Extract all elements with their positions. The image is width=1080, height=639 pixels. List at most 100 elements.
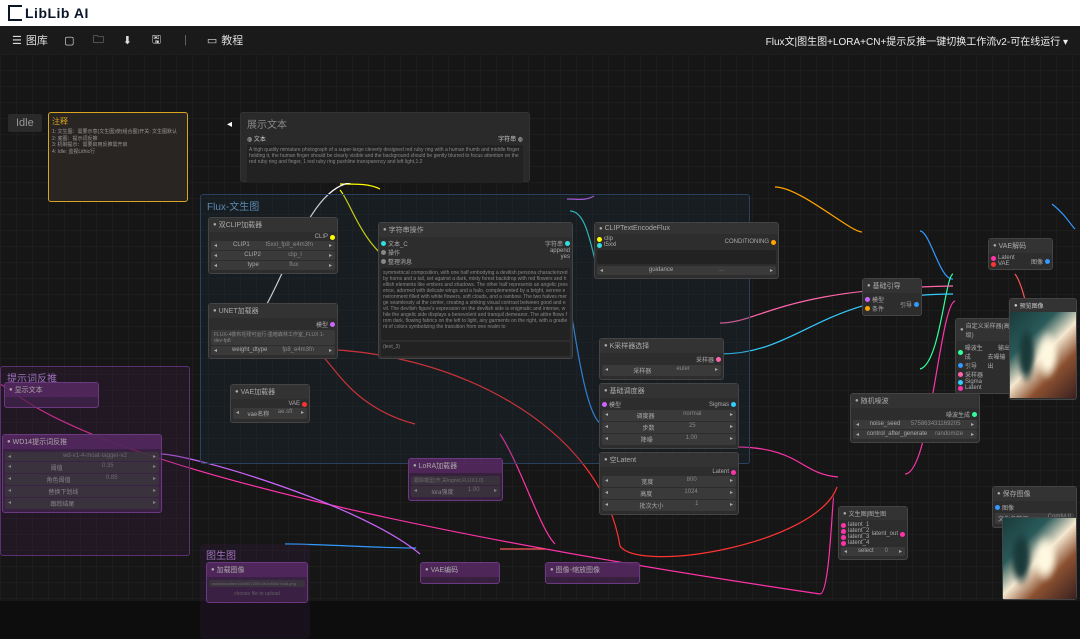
gallery-button[interactable]: ☰ 图库 — [12, 32, 48, 48]
field-clip1[interactable]: CLIP1t5xxl_fp8_e4m3fn — [211, 241, 335, 250]
field-seed[interactable]: noise_seed575863431169205 — [853, 420, 977, 429]
socket-guide-in[interactable]: 引导 — [958, 361, 988, 370]
socket-text-c[interactable]: 文本_C — [381, 239, 412, 248]
socket-sigmas-out[interactable]: Sigmas — [709, 400, 736, 409]
field-image-path[interactable]: woddoood8ee16e060720914b1e804c7add.png — [209, 580, 305, 587]
download-icon[interactable]: ⬇ — [120, 33, 135, 48]
preview-image-2 — [1003, 518, 1076, 599]
node-vae-encode[interactable]: VAE编码 — [420, 562, 500, 584]
socket-clean[interactable]: 整理消息 — [381, 257, 412, 266]
gallery-label: 图库 — [26, 32, 48, 48]
node-random-noise[interactable]: 随机噪波 噪波生成 noise_seed575863431169205 cont… — [850, 393, 980, 443]
node-canvas[interactable]: Idle 注释 1: 文生图：需要示意(文生图)使(组合图)开关: 文生图默认 … — [0, 54, 1080, 601]
group-display-text[interactable]: 展示文本 ◍ 文本 字符串 ◍ A high quality miniature… — [240, 112, 530, 182]
socket-latent-in[interactable]: Latent — [958, 385, 988, 391]
node-latent-switch[interactable]: 文生图|图生图 latent_1 latent_2 latent_3 laten… — [838, 506, 908, 560]
field-lora-strength[interactable]: lora强度1.00 — [411, 486, 500, 497]
socket-clip-out[interactable]: CLIP — [211, 234, 335, 240]
book-icon: ▭ — [207, 34, 217, 47]
socket-cond-in[interactable]: 条件 — [865, 304, 884, 313]
socket-op[interactable]: 操作 — [381, 248, 412, 257]
node-image-scale[interactable]: 图像-缩放图像 — [545, 562, 640, 584]
node-unet-loader[interactable]: UNET加载器 模型 FLUX-4敬布花残可运行-墨暗森林工作室_FLUX 1-… — [208, 303, 338, 359]
display-text-value: A high quality miniature photograph of a… — [247, 145, 523, 183]
tutorial-button[interactable]: ▭ 教程 — [207, 32, 243, 48]
preview-image-1 — [1010, 312, 1076, 398]
socket-cond-out[interactable]: CONDITIONING — [725, 236, 776, 248]
new-file-icon[interactable]: ▢ — [62, 33, 77, 48]
field-char-threshold[interactable]: 角色阈值0.85 — [5, 474, 159, 485]
field-width[interactable]: 宽度800 — [602, 476, 736, 487]
node-title: 空Latent — [600, 453, 738, 467]
field-vae-name[interactable]: vae名称ae.sft — [233, 408, 307, 419]
node-preview-1[interactable]: 预览图像 — [1009, 298, 1077, 400]
field-guidance[interactable]: guidance... — [597, 266, 776, 275]
toolbar: ☰ 图库 ▢ 🗀 ⬇ 🖫 | ▭ 教程 Flux文|图生图+LORA+CN+提示… — [0, 26, 1080, 54]
field-control[interactable]: control_after_generaterandomize — [853, 430, 977, 439]
node-title: 保存图像 — [993, 487, 1076, 501]
field-steps[interactable]: 步数25 — [602, 422, 736, 433]
field-denoise[interactable]: 降噪1.00 — [602, 434, 736, 445]
socket-vae-in[interactable]: VAE — [991, 261, 1015, 267]
node-ksampler-select[interactable]: K采样器选择 采样器 采样器euler — [599, 338, 724, 380]
field-unet-name[interactable]: FLUX-4敬布花残可运行-墨暗森林工作室_FLUX 1-dev-fp8 — [211, 330, 335, 345]
node-string-op[interactable]: 字符串操作 文本_C 操作 整理消息 字符串 append yes symmet… — [378, 222, 573, 359]
socket-latent-out[interactable]: latent_out — [872, 522, 905, 546]
text-box[interactable] — [597, 250, 776, 264]
socket-guide-out[interactable]: 引导 — [900, 295, 919, 313]
notes-panel[interactable]: 注释 1: 文生图：需要示意(文生图)使(组合图)开关: 文生图默认 2: 底图… — [48, 112, 188, 202]
node-lora-loader[interactable]: LoRA加载器 跟踪模型(开,关lognot,FLUX1.0) lora强度1.… — [408, 458, 503, 501]
folder-icon[interactable]: 🗀 — [91, 33, 106, 48]
field-batch[interactable]: 批次大小1 — [602, 500, 736, 511]
node-title: 随机噪波 — [851, 394, 979, 408]
node-refl-display[interactable]: 显示文本 — [4, 382, 99, 408]
node-title: 双CLIP加载器 — [209, 218, 337, 232]
workflow-title-dropdown[interactable]: Flux文|图生图+LORA+CN+提示反推一键切换工作流v2-可在线运行 ▾ — [766, 33, 1068, 48]
socket-sampler-out[interactable]: 采样器 — [602, 355, 721, 364]
socket-model-in[interactable]: 模型 — [865, 295, 884, 304]
socket-image-in[interactable]: 图像 — [995, 503, 1074, 512]
socket-vae-out[interactable]: VAE — [233, 401, 307, 407]
socket-sampler-in[interactable]: 采样器 — [958, 370, 988, 379]
field-type[interactable]: typeflux — [211, 261, 335, 270]
field-model[interactable]: wd-v1-4-moat-tagger-v2 — [5, 452, 159, 461]
node-load-image[interactable]: 加载图像 woddoood8ee16e060720914b1e804c7add.… — [206, 562, 308, 603]
node-scheduler[interactable]: 基础调度器 模型 Sigmas 调度器normal 步数25 降噪1.00 — [599, 383, 739, 449]
field-trail[interactable]: 跟踪结尾 — [5, 498, 159, 509]
save-icon[interactable]: 🖫 — [149, 33, 164, 48]
node-title: LoRA加载器 — [409, 459, 502, 473]
node-empty-latent[interactable]: 空Latent Latent 宽度800 高度1024 批次大小1 — [599, 452, 739, 515]
field-height[interactable]: 高度1024 — [602, 488, 736, 499]
status-idle: Idle — [8, 114, 42, 132]
field-select[interactable]: select0 — [841, 547, 905, 556]
field-replace[interactable]: 替换下划线 — [5, 486, 159, 497]
field-threshold[interactable]: 阈值0.35 — [5, 462, 159, 473]
node-cliptextencode[interactable]: CLIPTextEncodeFlux clip t5xxl CONDITIONI… — [594, 222, 779, 279]
socket-string-out[interactable]: 字符串 — [545, 239, 570, 248]
node-vae-loader[interactable]: VAE加载器 VAE vae名称ae.sft — [230, 384, 310, 423]
prompt-textbox[interactable]: symmetrical composition, with one half e… — [381, 268, 570, 340]
socket-image-out[interactable]: 图像 — [1031, 255, 1050, 267]
socket-noise-out[interactable]: 噪波生成 — [853, 410, 977, 419]
node-title: 文生图|图生图 — [839, 507, 907, 520]
node-refl-wd14[interactable]: WD14提示词反推 wd-v1-4-moat-tagger-v2 阈值0.35 … — [2, 434, 162, 513]
socket-t5xxl-in[interactable]: t5xxl — [597, 242, 616, 248]
socket-model-in[interactable]: 模型 — [602, 400, 621, 409]
field-scheduler[interactable]: 调度器normal — [602, 410, 736, 421]
node-vae-decode[interactable]: VAE解码 Latent VAE 图像 — [988, 238, 1053, 270]
field-sampler[interactable]: 采样器euler — [602, 365, 721, 376]
socket-model-out[interactable]: 模型 — [211, 320, 335, 329]
node-basic-guide[interactable]: 基础引导 模型 条件 引导 — [862, 278, 922, 316]
field-clip2[interactable]: CLIP2clip_l — [211, 251, 335, 260]
upload-hint[interactable]: choose file to upload — [209, 588, 305, 600]
node-title: VAE编码 — [421, 563, 499, 577]
socket-l4[interactable]: latent_4 — [841, 540, 869, 546]
socket-latent-out[interactable]: Latent — [602, 469, 736, 475]
field-weight-dtype[interactable]: weight_dtypefp8_e4m3fn — [211, 346, 335, 355]
node-preview-2[interactable] — [1002, 517, 1077, 600]
socket-noise-in[interactable]: 噪波生成 — [958, 343, 988, 361]
field-lora-name[interactable]: 跟踪模型(开,关lognot,FLUX1.0) — [411, 476, 500, 485]
node-clip-loader[interactable]: 双CLIP加载器 CLIP CLIP1t5xxl_fp8_e4m3fn CLIP… — [208, 217, 338, 274]
text3-textbox[interactable]: (text_3) — [381, 342, 570, 356]
brand-logo: LibLib AI — [8, 5, 89, 21]
